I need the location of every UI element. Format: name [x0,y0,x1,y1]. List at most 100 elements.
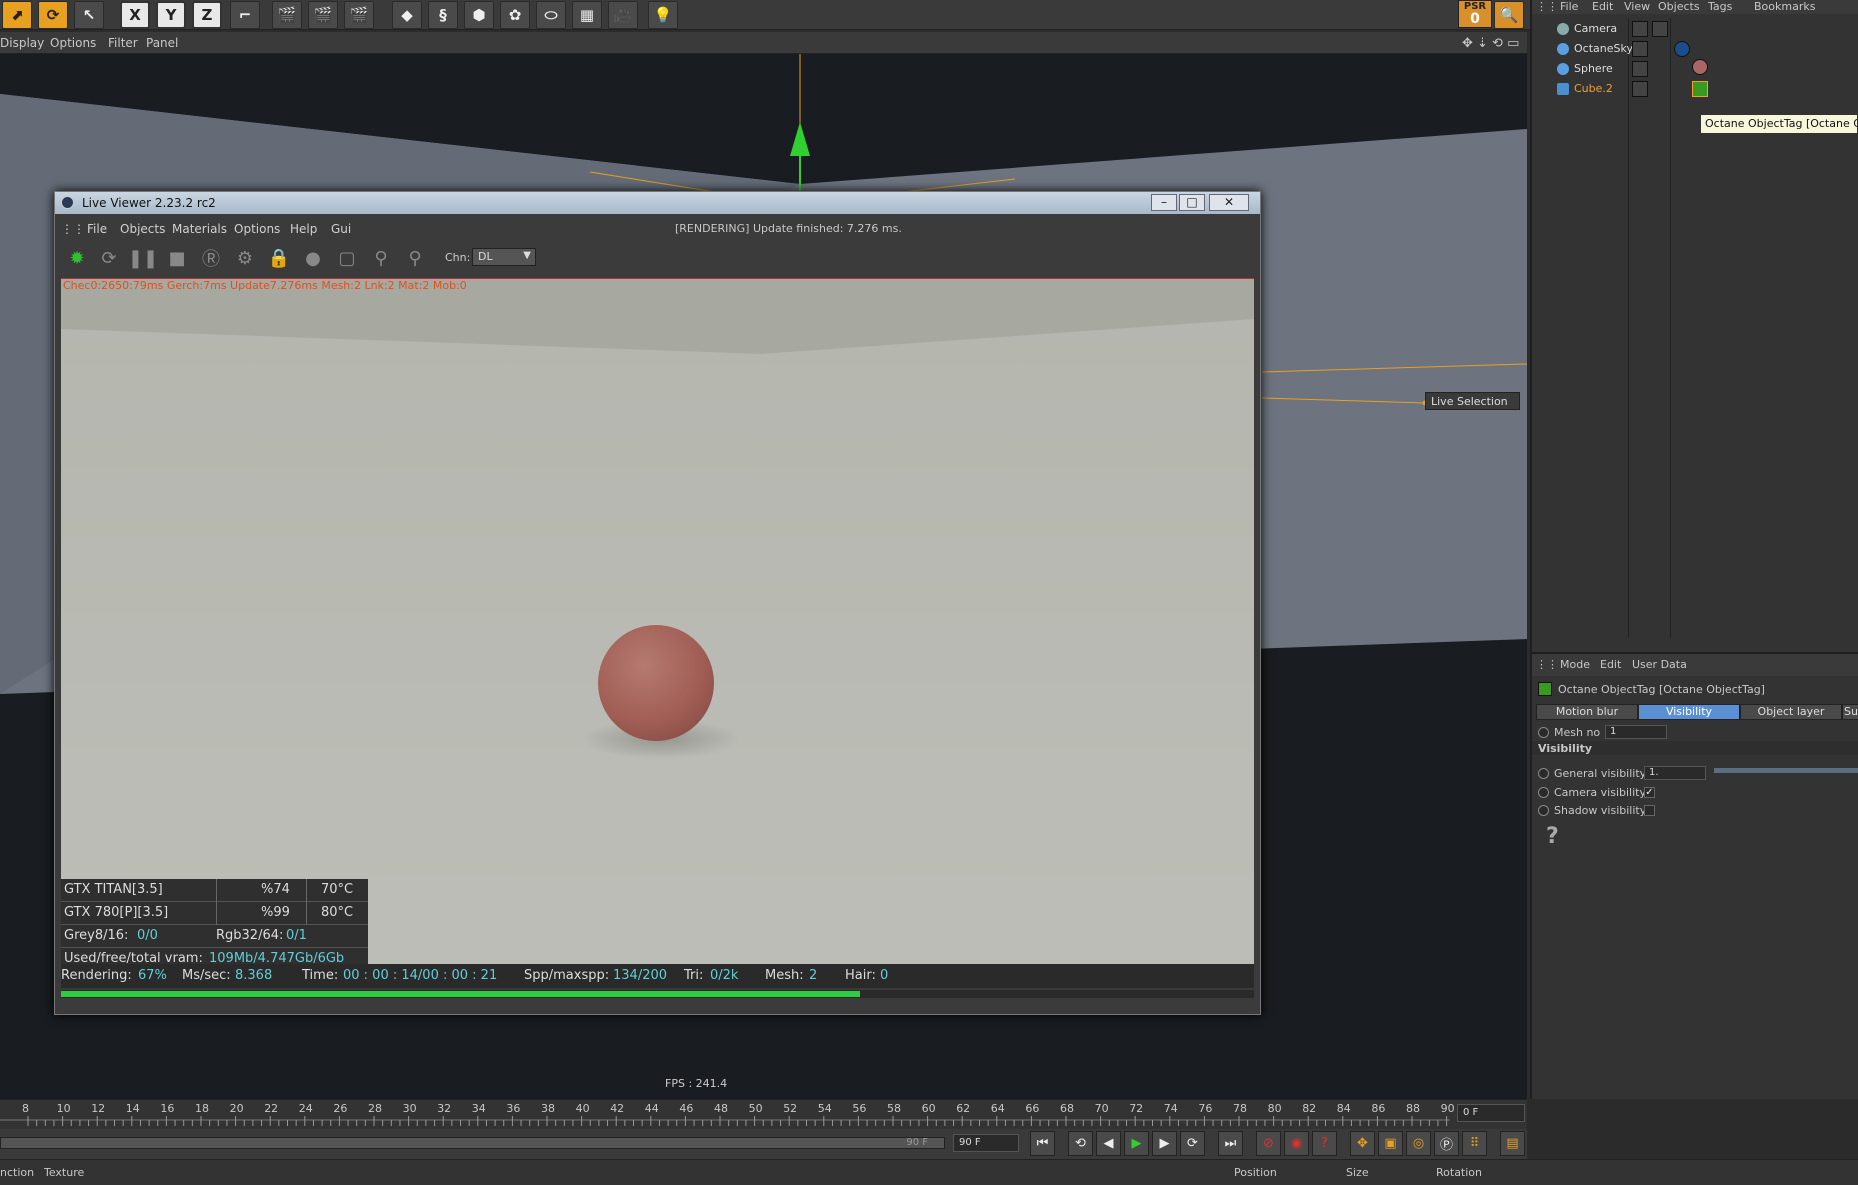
tab-object-layer[interactable]: Object layer [1740,704,1842,720]
attr-menu-mode[interactable]: Mode [1560,658,1590,671]
viewport-menu-display[interactable]: Display [0,36,44,50]
keyframe-selection-icon[interactable]: ? [1312,1131,1337,1156]
live-selection-dropdown[interactable]: Live Selection [1425,392,1520,410]
select-tool-icon[interactable]: ↖ [74,1,104,29]
lv-menu-materials[interactable]: Materials [172,222,227,236]
pause-render-icon[interactable]: ❚❚ [128,246,158,270]
rotate-tool-icon[interactable]: ⟳ [38,1,68,29]
viewport-nav-icons[interactable]: ✥ ⇣ ⟲ ▭ [1462,36,1519,51]
attr-menu-edit[interactable]: Edit [1600,658,1621,671]
tab-visibility[interactable]: Visibility [1638,704,1740,720]
visibility-toggle-icon[interactable] [1632,21,1648,37]
viewport-menu-filter[interactable]: Filter [108,36,138,50]
settings-gear-icon[interactable]: ⚙ [233,246,257,270]
key-scale-icon[interactable]: ▣ [1378,1131,1403,1156]
stop-render-icon[interactable]: ■ [165,246,189,270]
general-visibility-radio[interactable] [1538,768,1549,779]
goto-start-icon[interactable]: ⏮ [1030,1131,1055,1156]
camera-visibility-radio[interactable] [1538,787,1549,798]
timeline-ruler[interactable]: 8 10 12 14 16 18 20 22 24 26 28 30 32 34 36 38 40 42 44 46 4… [0,1099,1527,1129]
next-key-icon[interactable]: ⟳ [1180,1131,1205,1156]
octane-render-icon[interactable]: ✹ [65,246,89,270]
visibility-toggle-icon[interactable] [1632,81,1648,97]
light-icon[interactable]: 💡 [648,1,678,29]
end-frame-field[interactable]: 90 F [953,1134,1019,1152]
viewport-resolution-icon[interactable]: ▢ [335,246,359,270]
viewport-menu-panel[interactable]: Panel [146,36,178,50]
lv-menu-file[interactable]: File [87,222,107,236]
axis-y-button[interactable]: Y [156,1,186,29]
shadow-visibility-radio[interactable] [1538,805,1549,816]
mesh-no-radio[interactable] [1538,727,1549,738]
tab-motion-blur[interactable]: Motion blur [1536,704,1638,720]
scale-tool-icon[interactable]: ⬈ [2,1,32,29]
visibility-toggle-icon[interactable] [1632,41,1648,57]
autokey-icon[interactable]: ◉ [1284,1131,1309,1156]
search-icon[interactable]: 🔍 [1494,1,1524,29]
object-row-camera[interactable]: Camera [1532,19,1858,39]
goto-end-icon[interactable]: ⏭ [1218,1131,1243,1156]
object-row-cube2[interactable]: Cube.2 [1532,79,1858,99]
lock-icon[interactable]: 🔒 [267,246,291,270]
step-forward-icon[interactable]: ▶ [1152,1131,1177,1156]
camera-icon[interactable]: 🎥 [608,1,638,29]
step-back-icon[interactable]: ◀ [1096,1131,1121,1156]
material-menu-texture[interactable]: Texture [44,1166,84,1179]
frame-range-slider[interactable]: 90 F [0,1137,945,1149]
lv-menu-options[interactable]: Options [234,222,280,236]
octane-object-tag-icon[interactable] [1692,81,1708,97]
coordinate-system-icon[interactable]: ⌐ [230,1,260,29]
object-row-sphere[interactable]: Sphere [1532,59,1858,79]
attr-menu-user-data[interactable]: User Data [1632,658,1687,671]
material-preview-icon[interactable]: ● [301,246,325,270]
viewport-menu-options[interactable]: Options [50,36,96,50]
record-icon[interactable]: ⊘ [1256,1131,1281,1156]
psr-indicator[interactable]: PSR 0 [1458,0,1492,28]
tag-environment-icon[interactable] [1674,41,1690,57]
objmgr-menu-view[interactable]: View [1624,0,1650,13]
render-canvas[interactable]: Chec0:2650:79ms Gerch:7ms Update7.276ms … [61,278,1254,964]
play-icon[interactable]: ▶ [1124,1131,1149,1156]
objmgr-menu-bookmarks[interactable]: Bookmarks [1754,0,1815,13]
cloner-icon[interactable]: ✿ [500,1,530,29]
spline-pen-icon[interactable]: § [428,1,458,29]
shadow-visibility-checkbox[interactable] [1644,805,1655,816]
objmgr-menu-file[interactable]: File [1560,0,1578,13]
focus-picker-icon[interactable]: ⚲ [369,246,393,270]
current-frame-field[interactable]: 0 F [1457,1104,1525,1122]
material-tag-icon[interactable] [1692,59,1708,75]
lv-menu-gui[interactable]: Gui [331,222,351,236]
general-visibility-slider[interactable] [1714,768,1858,773]
help-icon[interactable]: ? [1546,824,1559,849]
cube-object-icon[interactable]: ◆ [392,1,422,29]
objmgr-menu-edit[interactable]: Edit [1592,0,1613,13]
lv-menu-help[interactable]: Help [290,222,317,236]
camera-visibility-checkbox[interactable]: ✓ [1644,787,1655,798]
tag-camera-icon[interactable] [1652,21,1668,37]
maximize-icon[interactable]: □ [1179,194,1205,211]
key-position-icon[interactable]: ✥ [1350,1131,1375,1156]
render-settings-icon[interactable]: 🎬 [344,1,374,29]
restart-render-icon[interactable]: ⟳ [97,246,121,270]
material-menu-function[interactable]: nction [0,1166,34,1179]
objmgr-menu-objects[interactable]: Objects [1658,0,1700,13]
live-viewer-titlebar[interactable]: Live Viewer 2.23.2 rc2 – □ ✕ [55,192,1260,214]
objmgr-menu-tags[interactable]: Tags [1708,0,1732,13]
visibility-toggle-icon[interactable] [1632,61,1648,77]
tab-more[interactable]: Su [1842,704,1858,720]
key-pla-icon[interactable]: ⠿ [1462,1131,1487,1156]
key-rotation-icon[interactable]: ◎ [1406,1131,1431,1156]
axis-z-button[interactable]: Z [192,1,222,29]
general-visibility-field[interactable]: 1. [1644,766,1706,780]
prev-key-icon[interactable]: ⟲ [1068,1131,1093,1156]
render-picture-viewer-icon[interactable]: 🎬 [308,1,338,29]
key-parameter-icon[interactable]: Ⓟ [1434,1131,1459,1156]
floor-icon[interactable]: ▦ [572,1,602,29]
axis-x-button[interactable]: X [120,1,150,29]
lv-menu-objects[interactable]: Objects [120,222,165,236]
material-picker-icon[interactable]: ⚲ [403,246,427,270]
object-row-octanesky[interactable]: OctaneSky [1532,39,1858,59]
minimize-icon[interactable]: – [1151,194,1177,211]
deformer-icon[interactable]: ⬭ [536,1,566,29]
render-view-icon[interactable]: 🎬 [272,1,302,29]
